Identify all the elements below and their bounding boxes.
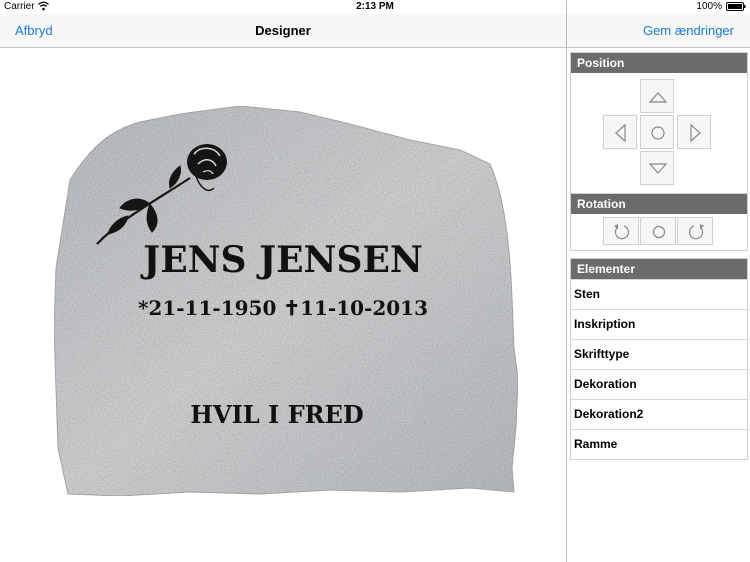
battery-percent: 100% <box>696 1 722 12</box>
move-up-button[interactable] <box>640 79 674 113</box>
arrow-left-icon <box>615 123 626 143</box>
move-left-button[interactable] <box>603 115 637 149</box>
inscription-dates[interactable]: *21-11-1950 ✝11-10-2013 <box>138 296 428 320</box>
save-changes-button[interactable]: Gem ændringer <box>643 23 734 38</box>
rotate-ccw-icon <box>614 224 630 240</box>
elements-header: Elementer <box>571 259 747 279</box>
position-panel: Position <box>570 52 748 194</box>
rotation-panel: Rotation <box>570 193 748 251</box>
position-header: Position <box>571 53 747 73</box>
rotate-cw-icon <box>688 224 704 240</box>
page-title: Designer <box>255 23 311 38</box>
center-circle-icon <box>651 126 665 140</box>
arrow-right-icon <box>690 123 701 143</box>
element-item-dekoration[interactable]: Dekoration <box>571 369 747 399</box>
element-item-skrifttype[interactable]: Skrifttype <box>571 339 747 369</box>
move-down-button[interactable] <box>640 151 674 185</box>
center-circle-icon <box>652 225 666 239</box>
rotate-right-button[interactable] <box>677 217 713 245</box>
elements-list: Sten Inskription Skrifttype Dekoration D… <box>571 279 747 459</box>
element-item-inskription[interactable]: Inskription <box>571 309 747 339</box>
element-item-ramme[interactable]: Ramme <box>571 429 747 459</box>
rotate-left-button[interactable] <box>603 217 639 245</box>
status-bar: Carrier 2:13 PM 100% <box>0 0 750 14</box>
battery-icon <box>726 2 746 11</box>
move-right-button[interactable] <box>677 115 711 149</box>
element-item-sten[interactable]: Sten <box>571 279 747 309</box>
center-position-button[interactable] <box>640 115 674 149</box>
arrow-down-icon <box>648 163 668 174</box>
inscription-name[interactable]: JENS JENSEN <box>140 239 423 281</box>
sidebar-navbar: Gem ændringer <box>567 14 750 48</box>
design-canvas: JENS JENSEN *21-11-1950 ✝11-10-2013 HVIL… <box>0 48 566 562</box>
split-divider <box>566 0 567 562</box>
element-item-dekoration2[interactable]: Dekoration2 <box>571 399 747 429</box>
rotation-header: Rotation <box>571 194 747 214</box>
designer-navbar: Afbryd Designer <box>0 14 566 48</box>
inscription-epitaph[interactable]: HVIL I FRED <box>190 400 363 429</box>
arrow-up-icon <box>648 92 668 103</box>
headstone-preview: JENS JENSEN *21-11-1950 ✝11-10-2013 HVIL… <box>53 105 519 497</box>
elements-panel: Elementer Sten Inskription Skrifttype De… <box>570 258 748 460</box>
reset-rotation-button[interactable] <box>640 217 676 245</box>
clock: 2:13 PM <box>356 1 394 12</box>
